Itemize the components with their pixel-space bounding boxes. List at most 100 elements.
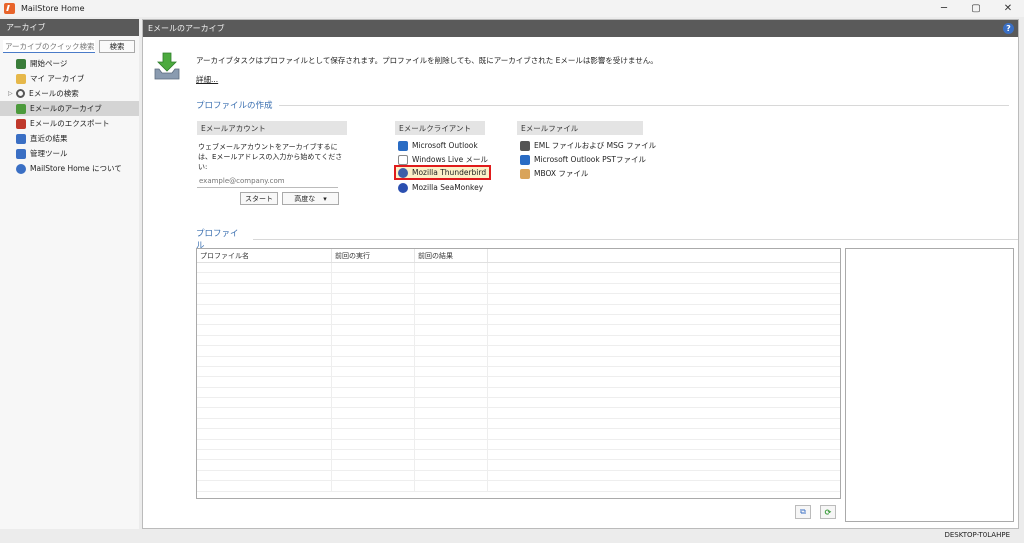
column-header-last-result[interactable]: 前回の結果 <box>415 249 488 262</box>
search-button[interactable]: 検索 <box>99 40 135 53</box>
info-icon <box>16 163 26 174</box>
start-button[interactable]: スタート <box>240 192 278 205</box>
option-mozilla-thunderbird[interactable]: Mozilla Thunderbird <box>394 165 491 180</box>
help-icon[interactable]: ? <box>1003 23 1014 34</box>
table-cell <box>197 481 332 491</box>
option-microsoft-outlook[interactable]: Microsoft Outlook <box>396 139 478 152</box>
table-cell <box>197 418 332 429</box>
table-cell <box>415 263 488 273</box>
option-mbox-file[interactable]: MBOX ファイル <box>518 167 588 180</box>
archive-download-icon <box>154 52 180 80</box>
table-cell <box>332 418 415 429</box>
window-controls: ─ ▢ ✕ <box>928 0 1024 17</box>
table-cell <box>415 335 488 346</box>
table-cell <box>332 387 415 398</box>
create-profile-label: プロファイルの作成 <box>196 101 273 111</box>
table-row <box>197 263 840 274</box>
table-cell <box>197 304 332 314</box>
table-row <box>197 356 840 367</box>
column-header-filler <box>488 249 840 262</box>
sidebar-item-label: 直近の結果 <box>30 134 68 143</box>
table-cell <box>415 283 488 294</box>
column-header-profile-name[interactable]: プロファイル名 <box>197 249 332 262</box>
table-cell <box>415 366 488 377</box>
sidebar-item-start-page[interactable]: 開始ページ <box>0 56 139 71</box>
table-cell <box>332 470 415 481</box>
advanced-dropdown-button[interactable]: 高度な ▾ <box>282 192 339 205</box>
sidebar-item-my-archive[interactable]: マイ アーカイブ <box>0 71 139 86</box>
copy-profile-button[interactable]: ⧉ <box>795 505 811 519</box>
table-cell <box>415 408 488 418</box>
sidebar-item-archive-email[interactable]: Eメールのアーカイブ <box>0 101 139 116</box>
table-cell <box>415 429 488 439</box>
sidebar-item-search-email[interactable]: ▷ Eメールの検索 <box>0 86 139 101</box>
table-cell <box>332 460 415 470</box>
sidebar-item-export-email[interactable]: Eメールのエクスポート <box>0 116 139 131</box>
sidebar-item-label: Eメールのアーカイブ <box>30 104 102 113</box>
sidebar-item-admin-tools[interactable]: 管理ツール <box>0 146 139 161</box>
option-outlook-pst-file[interactable]: Microsoft Outlook PSTファイル <box>518 153 646 166</box>
table-cell <box>415 356 488 366</box>
table-cell <box>197 450 332 460</box>
advanced-label: 高度な <box>294 194 316 203</box>
expand-arrow-icon[interactable]: ▷ <box>8 90 13 97</box>
table-cell <box>197 294 332 304</box>
sidebar-item-about[interactable]: MailStore Home について <box>0 161 139 176</box>
minimize-button[interactable]: ─ <box>928 0 960 17</box>
option-label: MBOX ファイル <box>534 169 589 178</box>
table-cell <box>197 263 332 273</box>
start-page-icon <box>16 58 26 69</box>
table-cell <box>415 377 488 387</box>
table-cell <box>415 418 488 429</box>
table-cell <box>332 408 415 418</box>
table-cell <box>415 481 488 491</box>
quick-search-input[interactable] <box>3 40 95 53</box>
close-button[interactable]: ✕ <box>992 0 1024 17</box>
table-cell <box>197 470 332 481</box>
table-cell <box>332 273 415 283</box>
sidebar-nav: 開始ページ マイ アーカイブ ▷ Eメールの検索 Eメールのアーカイブ Eメール… <box>0 56 139 176</box>
table-cell <box>415 273 488 283</box>
table-cell <box>197 283 332 294</box>
page-header: Eメールのアーカイブ ? <box>143 20 1018 37</box>
table-cell <box>332 314 415 325</box>
table-cell <box>415 439 488 450</box>
create-profile-title: プロファイルの作成 <box>196 99 1009 111</box>
folder-icon <box>16 73 26 84</box>
sidebar-item-recent-results[interactable]: 直近の結果 <box>0 131 139 146</box>
table-cell <box>197 366 332 377</box>
table-row <box>197 273 840 284</box>
copy-icon: ⧉ <box>800 507 806 516</box>
restore-button[interactable]: ▢ <box>960 0 992 17</box>
recent-results-icon <box>16 133 26 144</box>
archive-sidebar: アーカイブ 検索 開始ページ マイ アーカイブ ▷ Eメールの検索 Eメールのア… <box>0 19 139 529</box>
table-cell <box>332 356 415 366</box>
table-cell <box>332 283 415 294</box>
profiles-table[interactable]: プロファイル名 前回の実行 前回の結果 <box>196 248 841 499</box>
sidebar-item-label: マイ アーカイブ <box>30 74 85 83</box>
status-bar: DESKTOP-T0LAHPE <box>0 529 1024 543</box>
table-cell <box>197 439 332 450</box>
table-row <box>197 283 840 295</box>
email-address-input[interactable] <box>197 175 338 188</box>
option-eml-msg-files[interactable]: EML ファイルおよび MSG ファイル <box>518 139 656 152</box>
table-cell <box>415 470 488 481</box>
table-cell <box>332 294 415 304</box>
details-link[interactable]: 詳細... <box>196 74 218 85</box>
email-account-help-text: ウェブメールアカウントをアーカイブするには、Eメールアドレスの入力から始めてくだ… <box>198 143 343 171</box>
table-cell <box>197 356 332 366</box>
table-cell <box>415 314 488 325</box>
option-mozilla-seamonkey[interactable]: Mozilla SeaMonkey <box>396 181 483 194</box>
thunderbird-icon <box>398 167 408 178</box>
refresh-button[interactable]: ⟳ <box>820 505 836 519</box>
windows-live-mail-icon <box>398 154 408 165</box>
table-row <box>197 387 840 399</box>
table-cell <box>415 325 488 335</box>
table-cell <box>197 325 332 335</box>
profile-details-panel <box>845 248 1014 522</box>
eml-msg-icon <box>520 140 530 151</box>
column-header-last-run[interactable]: 前回の実行 <box>332 249 415 262</box>
table-cell <box>332 366 415 377</box>
table-cell <box>197 314 332 325</box>
quick-search-row: 検索 <box>3 40 136 53</box>
